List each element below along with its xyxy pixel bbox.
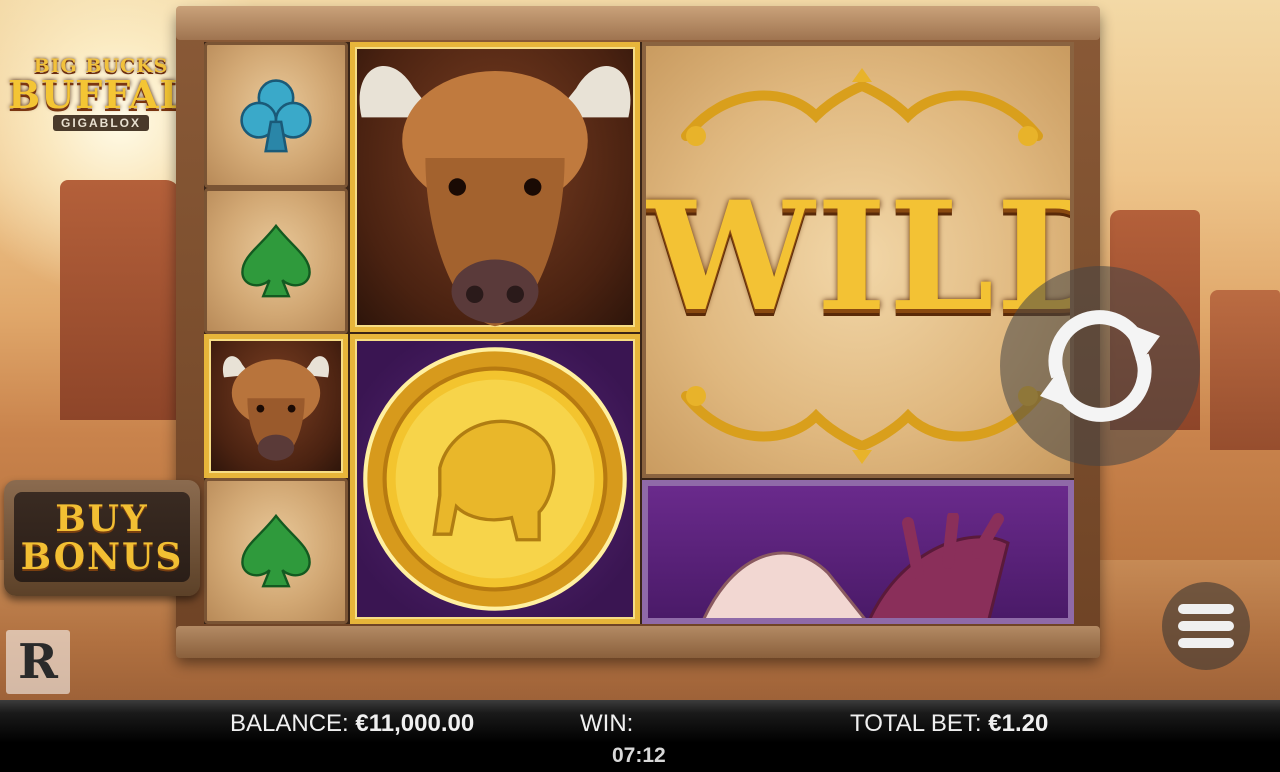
status-bar: BALANCE: €11,000.00 WIN: TOTAL BET: €1.2…: [0, 700, 1280, 772]
menu-button[interactable]: [1162, 582, 1250, 670]
buffalo-icon: [222, 356, 330, 461]
win-display: WIN:: [580, 710, 633, 738]
buy-bonus-button[interactable]: BUY BONUS: [4, 480, 200, 596]
reel-frame-bottom: [176, 626, 1100, 658]
spin-button[interactable]: [1000, 266, 1200, 466]
wild-ornament-bottom: [681, 386, 1043, 464]
gold-coin-icon: [363, 347, 627, 611]
reel-frame-top: [176, 6, 1100, 40]
balance-label: BALANCE:: [230, 710, 349, 737]
game-logo: BIG BUCKS BUFFALO GIGABLOX: [8, 56, 222, 138]
wild-label: WILD: [646, 169, 1070, 345]
clock: 07:12: [612, 744, 666, 767]
buy-bonus-line-2: BONUS: [20, 536, 184, 578]
buffalo-icon: [359, 65, 631, 327]
balance-value: €11,000.00: [355, 710, 475, 737]
reel-3-4-antler: [642, 480, 1074, 624]
antler-icon: [702, 513, 1010, 618]
buy-bonus-panel: BUY BONUS: [14, 492, 190, 582]
logo-line-3: GIGABLOX: [52, 115, 149, 131]
reel-1-row-3-buffalo: [204, 334, 348, 478]
butte-far-right: [1210, 290, 1280, 450]
wild-3x3: WILD: [642, 42, 1074, 478]
spade-icon: [241, 513, 311, 588]
reel-1-row-1-club: [204, 42, 348, 188]
total-bet-value: €1.20: [988, 710, 1049, 737]
win-label: WIN:: [580, 710, 634, 737]
reel-grid: WILD: [204, 42, 1074, 624]
club-icon: [240, 79, 312, 153]
reel-1-row-2-spade: [204, 188, 348, 334]
butte-left: [60, 180, 180, 420]
spade-icon: [241, 223, 311, 298]
reel-2-buffalo-2x2: [350, 42, 640, 332]
total-bet-label: TOTAL BET:: [850, 710, 982, 737]
wild-ornament-top: [681, 68, 1043, 146]
refresh-icon: [1040, 310, 1160, 422]
logo-line-2: BUFFALO: [8, 72, 222, 117]
balance-display: BALANCE: €11,000.00: [230, 710, 474, 738]
provider-logo: R: [6, 630, 70, 694]
buy-bonus-line-1: BUY: [55, 498, 149, 540]
total-bet-display: TOTAL BET: €1.20: [850, 710, 1048, 738]
provider-logo-letter: R: [18, 634, 58, 690]
reel-1-row-4-spade: [204, 478, 348, 624]
reel-2-gold-coin-2x2: [350, 334, 640, 624]
